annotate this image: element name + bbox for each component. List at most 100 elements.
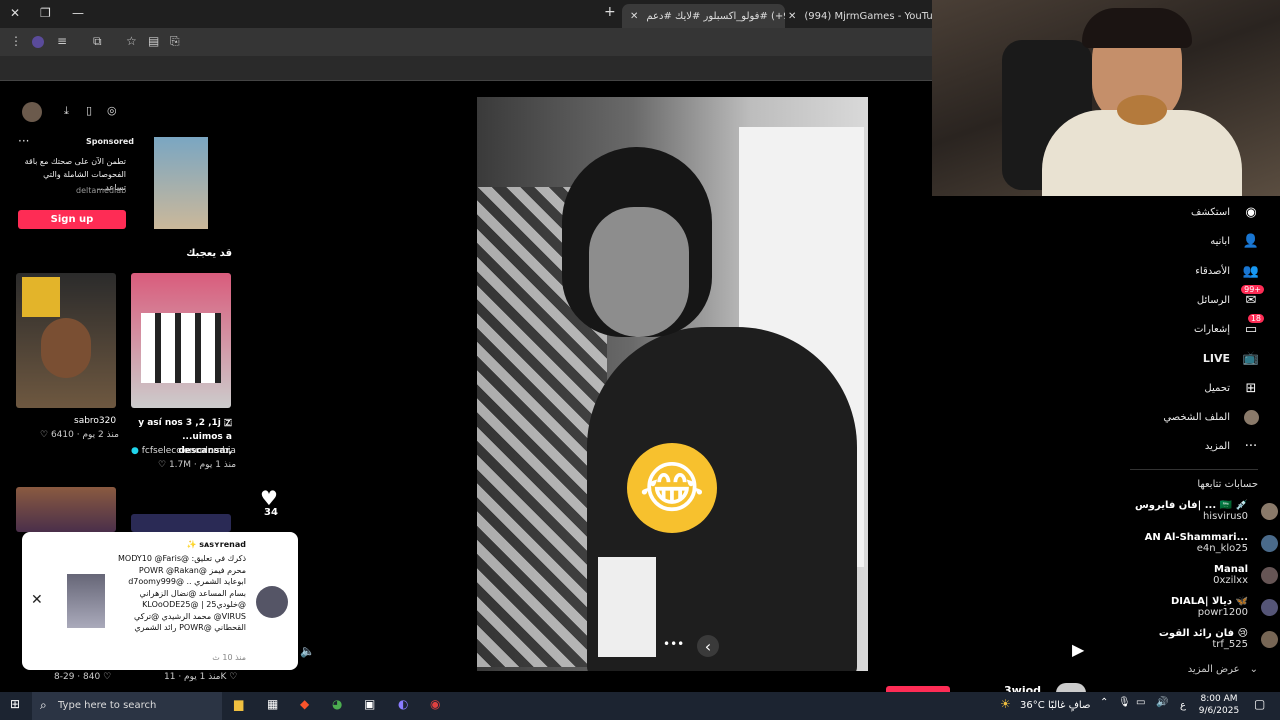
sponsored-label: Sponsored: [86, 137, 135, 146]
heart-outline-icon: ♡: [103, 672, 112, 682]
nav-explore[interactable]: استكشف ◉: [1191, 203, 1260, 221]
restore-window-icon[interactable]: ❐: [40, 6, 51, 20]
video-likes: 840: [83, 672, 101, 682]
reader-icon[interactable]: ▤: [148, 34, 159, 48]
clock-date[interactable]: 9/6/2025: [1196, 706, 1242, 716]
heart-outline-icon: ♡: [229, 672, 238, 682]
heart-outline-icon: ♡: [40, 430, 51, 440]
speaker-icon[interactable]: 🔊: [1156, 697, 1168, 708]
nav-label: الرسائل: [1196, 294, 1230, 306]
following-name: فان رائد القوت 😢: [1158, 628, 1248, 639]
messages-badge: 99+: [1241, 285, 1264, 294]
clock-time[interactable]: 8:00 AM: [1196, 694, 1242, 704]
nav-live[interactable]: LIVE 📺: [1203, 349, 1260, 367]
nav-label: إشعارات: [1193, 323, 1230, 335]
avatar[interactable]: [22, 102, 42, 122]
nav-following[interactable]: ابانيه 👤: [1210, 232, 1260, 250]
tab-tiktok[interactable]: ✕ (99+) #فولو_اكسبلور #لايك #دعم ♪: [622, 4, 785, 28]
video-like-count: 34: [264, 507, 278, 518]
lanyard-card: [598, 557, 656, 657]
thumb-players: [141, 313, 221, 383]
show-more-link[interactable]: ⌄ عرض المزيد: [1150, 664, 1258, 675]
video-author[interactable]: ● fcfseleccioncolombia: [131, 446, 236, 456]
cookie-shape: [1117, 95, 1167, 125]
tab-close-icon[interactable]: ✕: [630, 11, 638, 22]
tab-youtube[interactable]: ✕ (994) MjrmGames - YouTube: [782, 4, 938, 28]
app-icon[interactable]: ▣: [364, 697, 375, 711]
video-player[interactable]: 😂 ••• ‹: [477, 97, 868, 671]
message-icon: ✉ 99+: [1241, 285, 1264, 309]
chrome-icon[interactable]: ◕: [332, 697, 342, 711]
following-name: AN Al-Shammari...: [1144, 532, 1248, 543]
download-icon[interactable]: ⤓: [64, 104, 69, 118]
search-box[interactable]: ⌕ Type here to search: [32, 692, 222, 720]
video-thumb[interactable]: [16, 487, 116, 532]
ad-more-icon[interactable]: ···: [18, 134, 29, 148]
notification-toast[interactable]: ✕ ✨ sᴀsʏrenad ذكرك في تعليق: @MODY10 @Fa…: [22, 532, 298, 670]
obs-icon[interactable]: ◉: [430, 697, 440, 711]
nav-notifications[interactable]: إشعارات ▭ 18: [1193, 314, 1264, 338]
volume-icon[interactable]: 🔈: [300, 644, 315, 658]
network-icon[interactable]: ▭: [1136, 697, 1145, 708]
bookmark-star-icon[interactable]: ☆: [126, 34, 137, 48]
nav-label: المزيد: [1204, 440, 1230, 452]
weather-icon: ☀: [1000, 697, 1011, 711]
nav-profile[interactable]: الملف الشخصي: [1163, 408, 1260, 426]
menu-dots-icon[interactable]: ⋮: [10, 34, 22, 48]
video-thumb[interactable]: [131, 514, 231, 532]
search-placeholder: Type here to search: [58, 700, 157, 711]
nav-upload[interactable]: تحميل ⊞: [1204, 379, 1260, 397]
input-language[interactable]: ع: [1180, 700, 1186, 711]
explore-icon[interactable]: ◎: [107, 104, 117, 117]
following-handle: trf_525: [1212, 639, 1248, 650]
video-thumb[interactable]: [16, 273, 116, 408]
following-name: Manal: [1214, 564, 1248, 575]
mobile-icon[interactable]: ▯: [86, 104, 92, 117]
nav-label: ابانيه: [1210, 235, 1230, 247]
discord-icon[interactable]: ◐: [398, 697, 408, 711]
following-item[interactable]: DIALA| ديالا 🦋 powr1200: [1128, 596, 1278, 620]
nav-more[interactable]: المزيد ···: [1205, 437, 1260, 455]
tab-close-icon[interactable]: ✕: [788, 11, 796, 22]
video-thumb[interactable]: [131, 273, 231, 408]
nav-label: LIVE: [1202, 351, 1230, 365]
following-item[interactable]: فان رائد القوت 😢 trf_525: [1128, 628, 1278, 652]
profile-avatar-icon[interactable]: [32, 36, 44, 48]
more-options-icon[interactable]: •••: [663, 637, 684, 651]
video-likes: 1.7M: [168, 460, 192, 470]
windows-start-icon[interactable]: ⊞: [10, 697, 20, 711]
microphone-icon[interactable]: 🎙: [1118, 697, 1131, 708]
friends-icon: 👥: [1242, 263, 1260, 279]
live-tv-icon: 📺: [1242, 350, 1260, 366]
brave-icon[interactable]: ◆: [300, 697, 309, 711]
nav-messages[interactable]: الرسائل ✉ 99+: [1196, 285, 1264, 309]
new-tab-icon[interactable]: +: [604, 4, 616, 20]
notification-center-icon[interactable]: ▢: [1254, 697, 1265, 711]
play-icon[interactable]: ▶: [1072, 640, 1084, 659]
playlist-icon[interactable]: ≡: [57, 34, 67, 48]
avatar: [1261, 599, 1278, 616]
person-face: [589, 207, 689, 337]
ad-image[interactable]: [154, 137, 208, 229]
avatar: [1261, 535, 1278, 552]
notification-body: ذكرك في تعليق: @MODY10 @Faris محرم فيمز …: [118, 554, 246, 632]
tray-chevron-icon[interactable]: ⌃: [1100, 697, 1108, 708]
thumb-jersey: [22, 277, 60, 317]
minimize-window-icon[interactable]: —: [72, 6, 84, 20]
close-window-icon[interactable]: ✕: [10, 6, 20, 20]
extensions-icon[interactable]: ⧉: [93, 34, 102, 49]
following-item[interactable]: Manal 0xzilxx: [1128, 564, 1278, 588]
file-explorer-icon[interactable]: ▆: [234, 697, 243, 711]
share-icon[interactable]: ⎘: [170, 34, 180, 49]
video-author[interactable]: sabro320: [74, 416, 116, 426]
store-icon[interactable]: ▦: [267, 697, 278, 711]
following-item[interactable]: AN Al-Shammari... e4n_klo25: [1128, 532, 1278, 556]
signup-button[interactable]: Sign up: [18, 210, 126, 229]
browser-bookmark-bar: [0, 56, 932, 81]
plus-square-icon: ⊞: [1245, 380, 1257, 396]
more-dots-icon: ···: [1244, 438, 1258, 454]
prev-video-icon[interactable]: ‹: [697, 635, 719, 657]
close-icon[interactable]: ✕: [31, 592, 43, 608]
following-item[interactable]: فان فايروس| ... 🇸🇦 💉 hisvirus0: [1128, 500, 1278, 524]
nav-friends[interactable]: الأصدقاء 👥: [1195, 262, 1260, 280]
